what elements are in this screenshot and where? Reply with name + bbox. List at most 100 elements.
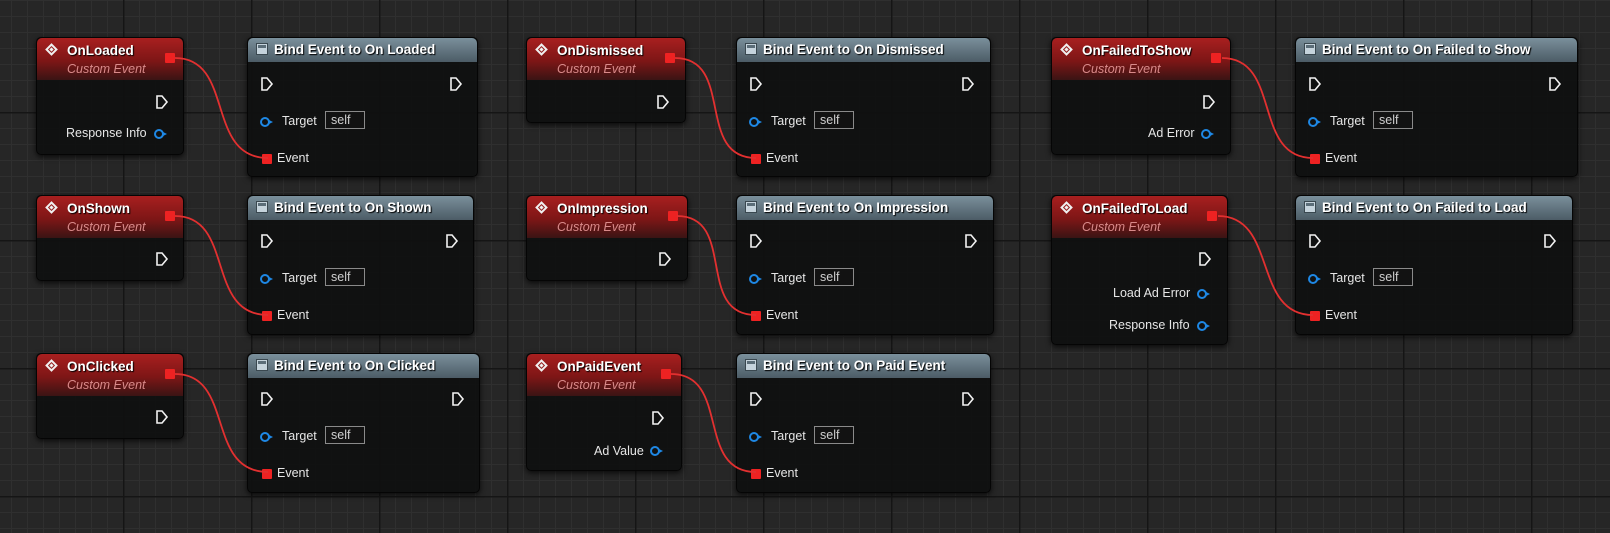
event-pin[interactable] (262, 154, 272, 164)
exec-in-pin-icon[interactable] (1308, 76, 1322, 92)
bind-node-on-loaded[interactable]: Bind Event to On Loaded Target self Even… (247, 37, 478, 177)
event-node-onshown[interactable]: OnShown Custom Event (36, 195, 184, 281)
target-pin-icon[interactable] (1308, 117, 1321, 127)
object-pin-icon[interactable] (1197, 289, 1210, 299)
object-pin-icon[interactable] (1201, 129, 1214, 139)
exec-in-pin-icon[interactable] (749, 233, 763, 249)
delegate-pin[interactable] (165, 211, 175, 221)
event-pin[interactable] (262, 311, 272, 321)
target-pin-icon[interactable] (260, 274, 273, 284)
target-self-field[interactable]: self (814, 111, 854, 129)
target-self-field[interactable]: self (325, 111, 365, 129)
object-pin-icon[interactable] (650, 446, 663, 456)
exec-in-pin-icon[interactable] (260, 233, 274, 249)
target-self-field[interactable]: self (325, 268, 365, 286)
event-header: OnFailedToShow Custom Event (1052, 38, 1230, 80)
exec-out-pin-icon[interactable] (1198, 251, 1212, 267)
function-icon (256, 201, 268, 213)
event-node-onimpression[interactable]: OnImpression Custom Event (526, 195, 688, 281)
delegate-pin[interactable] (165, 53, 175, 63)
exec-in-pin-icon[interactable] (260, 76, 274, 92)
event-node-onfailedtoshow[interactable]: OnFailedToShow Custom Event Ad Error (1051, 37, 1231, 155)
target-label: Target (282, 429, 317, 443)
function-title: Bind Event to On Shown (274, 200, 432, 215)
delegate-pin[interactable] (665, 53, 675, 63)
exec-out-pin-icon[interactable] (964, 233, 978, 249)
exec-out-pin-icon[interactable] (1548, 76, 1562, 92)
target-label: Target (282, 114, 317, 128)
exec-out-pin-icon[interactable] (961, 391, 975, 407)
function-icon (256, 43, 268, 55)
exec-out-pin-icon[interactable] (1543, 233, 1557, 249)
event-label: Event (277, 151, 309, 165)
target-self-field[interactable]: self (1373, 111, 1413, 129)
bind-node-on-paid-event[interactable]: Bind Event to On Paid Event Target self … (736, 353, 991, 493)
exec-out-pin-icon[interactable] (155, 94, 169, 110)
target-label: Target (771, 271, 806, 285)
output-label: Response Info (66, 126, 147, 140)
target-pin-icon[interactable] (260, 117, 273, 127)
event-title: OnFailedToLoad (1082, 201, 1188, 216)
event-node-onpaidevent[interactable]: OnPaidEvent Custom Event Ad Value (526, 353, 682, 471)
bind-node-on-failed-to-load[interactable]: Bind Event to On Failed to Load Target s… (1295, 195, 1573, 335)
object-pin-icon[interactable] (1197, 321, 1210, 331)
exec-out-pin-icon[interactable] (451, 391, 465, 407)
exec-out-pin-icon[interactable] (1202, 94, 1216, 110)
event-title: OnShown (67, 201, 130, 216)
exec-out-pin-icon[interactable] (658, 251, 672, 267)
bind-node-on-shown[interactable]: Bind Event to On Shown Target self Event (247, 195, 474, 335)
event-pin[interactable] (751, 469, 761, 479)
exec-out-pin-icon[interactable] (651, 410, 665, 426)
event-title: OnDismissed (557, 43, 644, 58)
event-node-onloaded[interactable]: OnLoaded Custom Event Response Info (36, 37, 184, 155)
target-pin-icon[interactable] (1308, 274, 1321, 284)
exec-in-pin-icon[interactable] (260, 391, 274, 407)
delegate-pin[interactable] (165, 369, 175, 379)
delegate-pin[interactable] (668, 211, 678, 221)
object-pin-icon[interactable] (154, 129, 167, 139)
function-header: Bind Event to On Clicked (248, 354, 479, 378)
event-pin[interactable] (262, 469, 272, 479)
exec-out-pin-icon[interactable] (961, 76, 975, 92)
target-pin-icon[interactable] (260, 432, 273, 442)
target-self-field[interactable]: self (1373, 268, 1413, 286)
bind-node-on-failed-to-show[interactable]: Bind Event to On Failed to Show Target s… (1295, 37, 1578, 177)
target-self-field[interactable]: self (814, 426, 854, 444)
bind-node-on-impression[interactable]: Bind Event to On Impression Target self … (736, 195, 994, 335)
exec-out-pin-icon[interactable] (449, 76, 463, 92)
delegate-pin[interactable] (661, 369, 671, 379)
exec-in-pin-icon[interactable] (1308, 233, 1322, 249)
event-subtitle: Custom Event (557, 378, 636, 392)
exec-out-pin-icon[interactable] (445, 233, 459, 249)
target-label: Target (1330, 114, 1365, 128)
target-pin-icon[interactable] (749, 117, 762, 127)
function-icon (256, 359, 268, 371)
target-self-field[interactable]: self (814, 268, 854, 286)
target-pin-icon[interactable] (749, 274, 762, 284)
event-node-onfailedtoload[interactable]: OnFailedToLoad Custom Event Load Ad Erro… (1051, 195, 1228, 345)
target-pin-icon[interactable] (749, 432, 762, 442)
exec-out-pin-icon[interactable] (656, 94, 670, 110)
bind-node-on-clicked[interactable]: Bind Event to On Clicked Target self Eve… (247, 353, 480, 493)
event-title: OnImpression (557, 201, 648, 216)
event-icon (535, 43, 548, 56)
event-node-ondismissed[interactable]: OnDismissed Custom Event (526, 37, 686, 123)
event-pin[interactable] (1310, 311, 1320, 321)
target-self-field[interactable]: self (325, 426, 365, 444)
delegate-pin[interactable] (1211, 53, 1221, 63)
event-label: Event (1325, 151, 1357, 165)
exec-out-pin-icon[interactable] (155, 409, 169, 425)
event-label: Event (277, 308, 309, 322)
event-header: OnLoaded Custom Event (37, 38, 183, 80)
bind-node-on-dismissed[interactable]: Bind Event to On Dismissed Target self E… (736, 37, 991, 177)
event-pin[interactable] (751, 311, 761, 321)
target-label: Target (282, 271, 317, 285)
exec-in-pin-icon[interactable] (749, 391, 763, 407)
event-pin[interactable] (751, 154, 761, 164)
event-node-onclicked[interactable]: OnClicked Custom Event (36, 353, 184, 439)
delegate-pin[interactable] (1207, 211, 1217, 221)
function-title: Bind Event to On Dismissed (763, 42, 944, 57)
exec-in-pin-icon[interactable] (749, 76, 763, 92)
event-pin[interactable] (1310, 154, 1320, 164)
exec-out-pin-icon[interactable] (155, 251, 169, 267)
